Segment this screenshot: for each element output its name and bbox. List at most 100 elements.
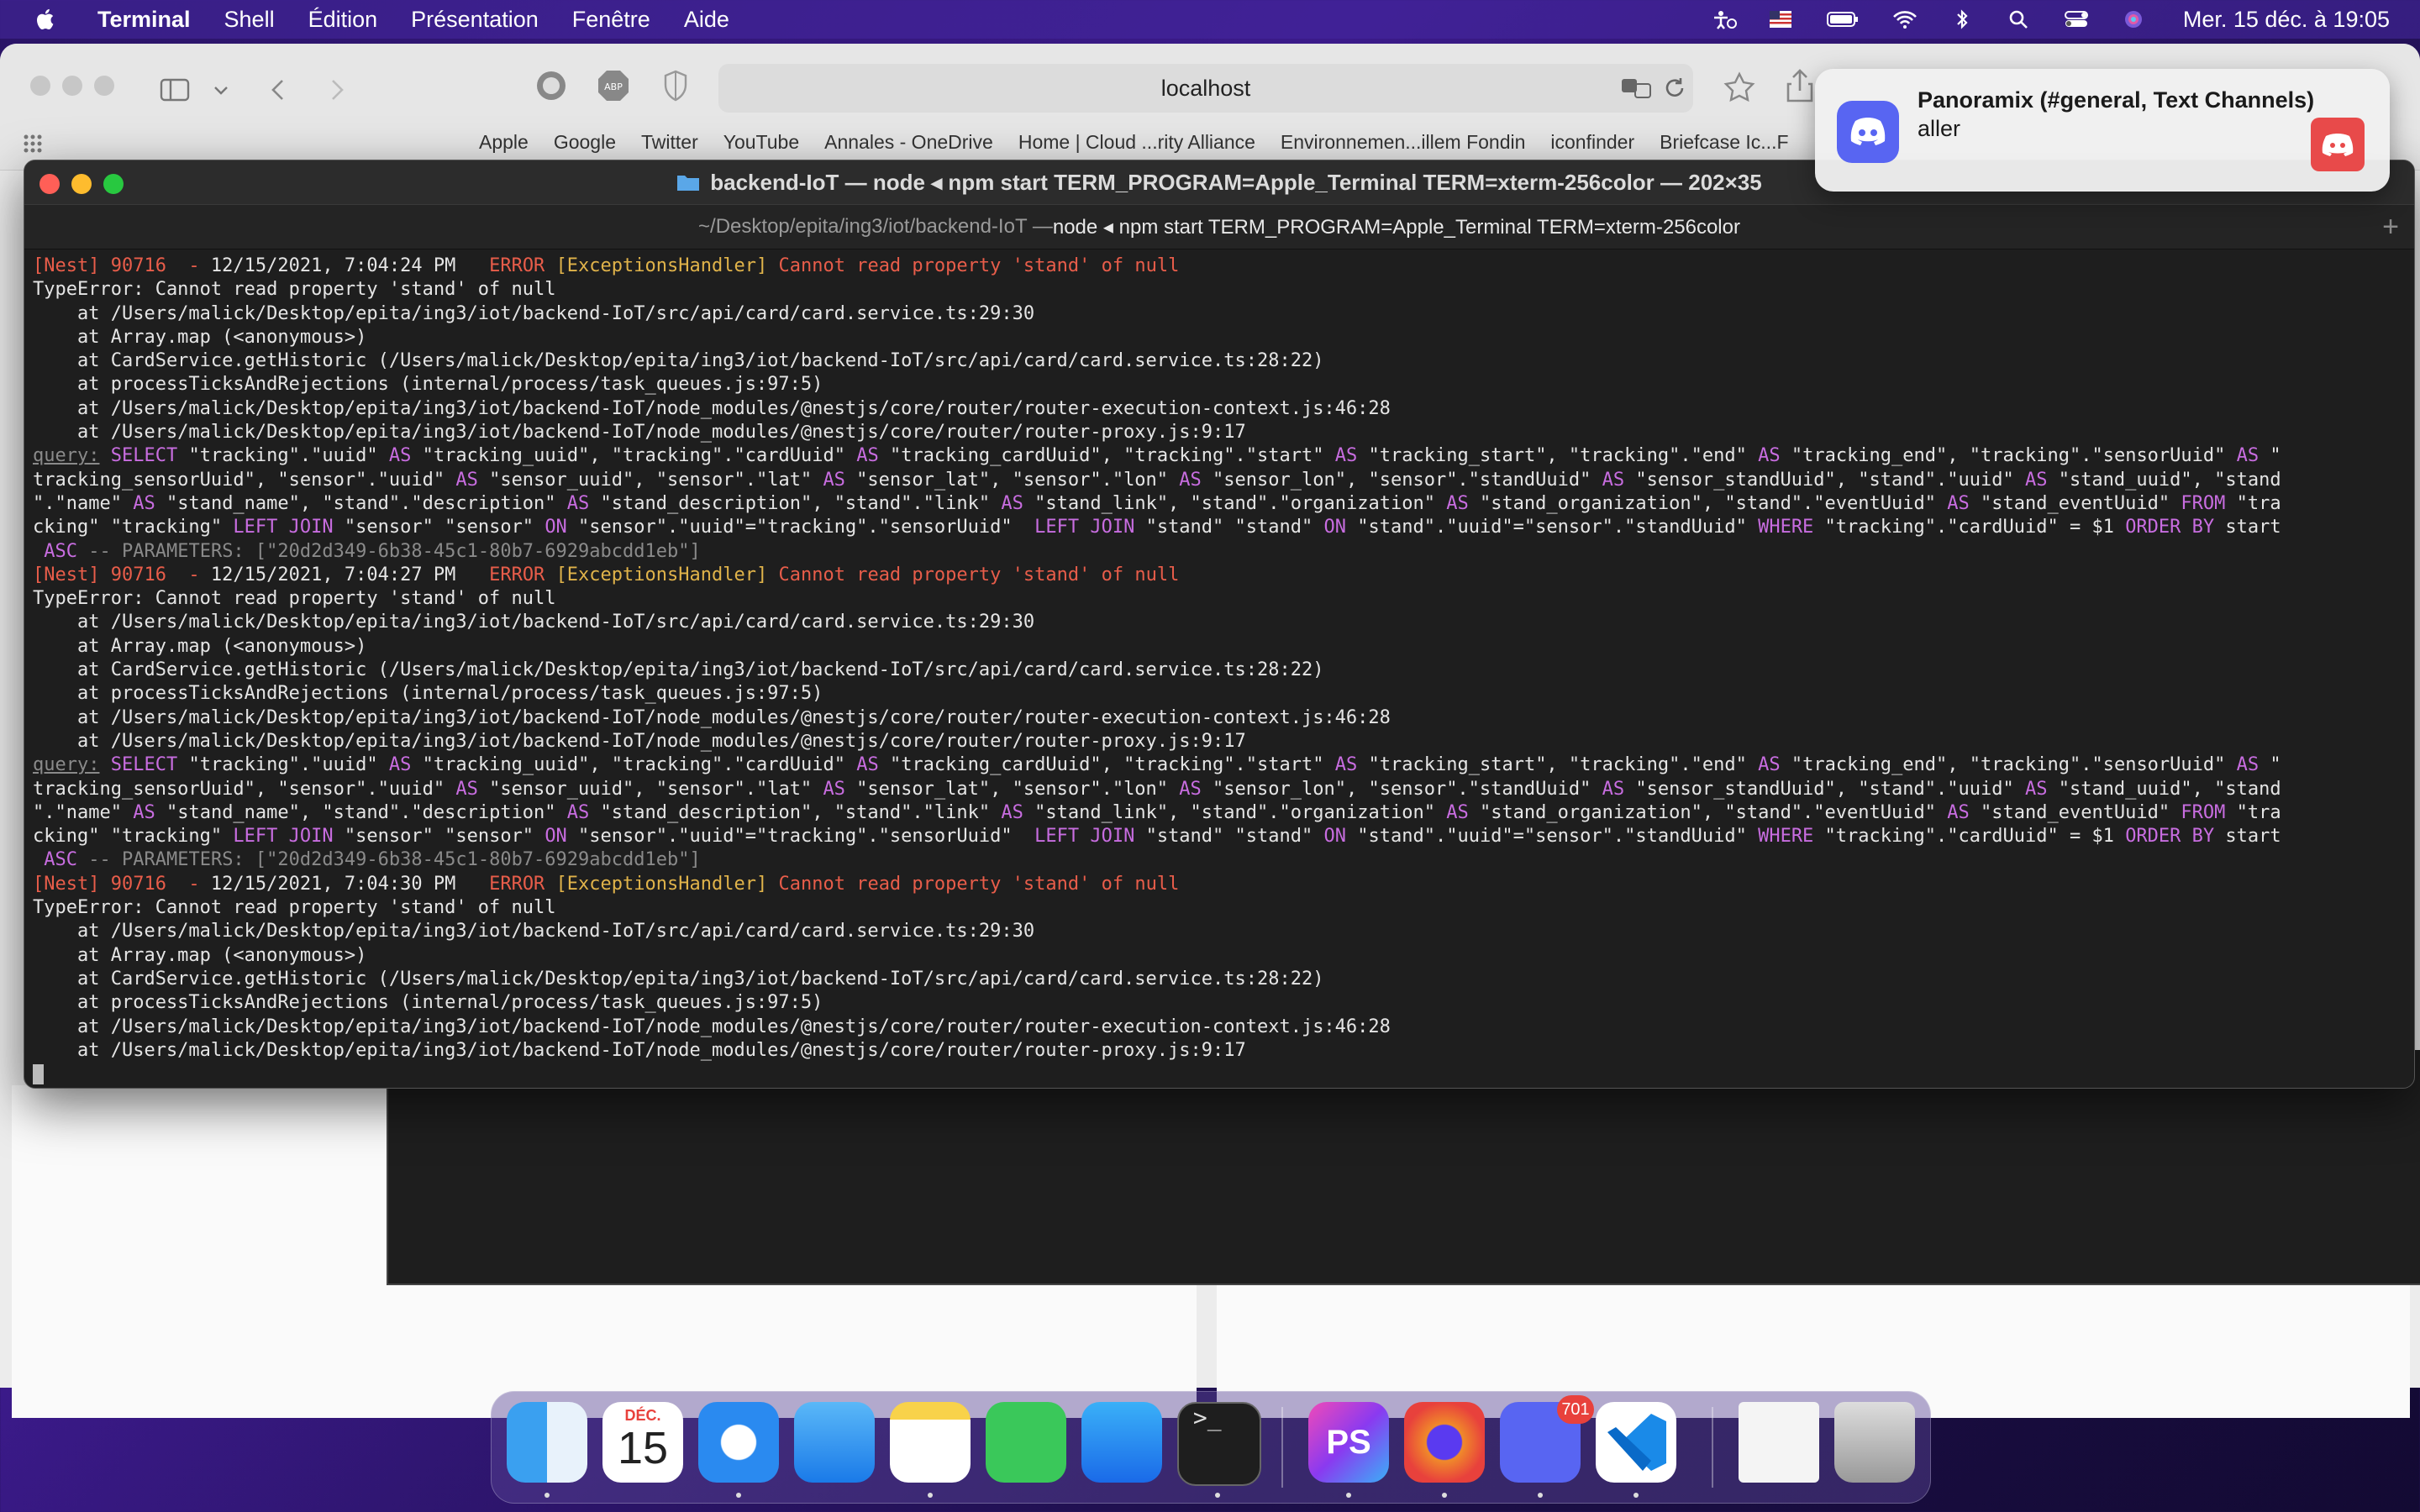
browser-close-button[interactable] <box>30 76 50 96</box>
vscode-icon[interactable] <box>1596 1402 1676 1483</box>
query-text: cking" "tracking" LEFT JOIN "sensor" "se… <box>33 826 2281 848</box>
markdown-document-icon[interactable] <box>1739 1402 1819 1483</box>
sql-keyword: AS <box>1947 801 1970 823</box>
type-error-line: TypeError: Cannot read property 'stand' … <box>33 588 556 610</box>
terminal-line: "."name" AS "stand_name", "stand"."descr… <box>33 492 2406 516</box>
terminal-line: at /Users/malick/Desktop/epita/ing3/iot/… <box>33 397 2406 421</box>
flag-us-icon[interactable] <box>1766 9 1795 29</box>
type-error-line: TypeError: Cannot read property 'stand' … <box>33 279 556 301</box>
sql-keyword: AS <box>1947 492 1970 514</box>
bookmark-star-icon[interactable] <box>1723 71 1756 104</box>
terminal-line: at Array.map (<anonymous>) <box>33 326 2406 349</box>
query-parameters: -- PARAMETERS: ["20d2d349-6b38-45c1-80b7… <box>88 849 701 871</box>
sql-keyword: AS <box>1446 801 1469 823</box>
bookmark-youtube[interactable]: YouTube <box>723 131 799 154</box>
finder-icon[interactable] <box>507 1402 587 1483</box>
trash-icon[interactable] <box>1834 1402 1915 1483</box>
bookmark-twitter[interactable]: Twitter <box>641 131 698 154</box>
log-level: ERROR <box>489 873 545 895</box>
app-store-icon[interactable] <box>1081 1402 1162 1483</box>
privacy-shield-icon[interactable] <box>662 69 689 102</box>
grid-icon[interactable] <box>22 133 44 155</box>
terminal-tab[interactable]: ~/Desktop/epita/ing3/iot/backend-IoT — n… <box>24 204 2414 249</box>
share-icon[interactable] <box>1785 67 1815 104</box>
dock: DÉC. 15 >_ PS 701 <box>491 1391 1931 1504</box>
chevron-down-icon[interactable] <box>212 77 230 102</box>
safari-icon[interactable] <box>698 1402 779 1483</box>
menu-fenetre[interactable]: Fenêtre <box>572 7 650 33</box>
notes-icon[interactable] <box>890 1402 971 1483</box>
stack-trace-line: at /Users/malick/Desktop/epita/ing3/iot/… <box>33 921 1035 942</box>
facetime-icon[interactable] <box>986 1402 1066 1483</box>
address-bar[interactable]: localhost <box>718 64 1693 113</box>
terminal-window[interactable]: backend-IoT — node ◂ npm start TERM_PROG… <box>24 160 2415 1089</box>
adblock-icon[interactable]: ABP <box>597 69 630 102</box>
sql-keyword: AS <box>388 754 412 776</box>
extension-icon[interactable] <box>534 69 568 102</box>
firefox-icon[interactable] <box>1404 1402 1485 1483</box>
sql-keyword: AS <box>1446 492 1469 514</box>
query-text: cking" "tracking" LEFT JOIN "sensor" "se… <box>33 517 2281 538</box>
bookmark-annales[interactable]: Annales - OneDrive <box>824 131 993 154</box>
menu-app-terminal[interactable]: Terminal <box>97 7 191 33</box>
sql-keyword: ON <box>1323 826 1347 848</box>
menu-edition[interactable]: Édition <box>308 7 378 33</box>
wifi-icon[interactable] <box>1891 9 1919 29</box>
bookmark-google[interactable]: Google <box>554 131 616 154</box>
stack-trace-line: at processTicksAndRejections (internal/p… <box>33 683 823 705</box>
discord-badge: 701 <box>1557 1395 1594 1424</box>
bookmark-cloud[interactable]: Home | Cloud ...rity Alliance <box>1018 131 1255 154</box>
apple-icon[interactable] <box>34 7 59 32</box>
browser-minimize-button[interactable] <box>62 76 82 96</box>
sidebar-icon[interactable] <box>160 77 190 102</box>
terminal-line: at Array.map (<anonymous>) <box>33 635 2406 659</box>
back-icon[interactable] <box>266 77 291 102</box>
translate-icon[interactable] <box>1620 76 1654 101</box>
sql-keyword: AS <box>566 492 590 514</box>
menu-aide[interactable]: Aide <box>684 7 729 33</box>
calendar-icon[interactable]: DÉC. 15 <box>602 1402 683 1483</box>
bookmark-environnement[interactable]: Environnemen...illem Fondin <box>1281 131 1525 154</box>
terminal-icon[interactable]: >_ <box>1177 1402 1261 1486</box>
battery-icon[interactable] <box>1823 9 1862 29</box>
menu-presentation[interactable]: Présentation <box>411 7 539 33</box>
stack-trace-line: at /Users/malick/Desktop/epita/ing3/iot/… <box>33 706 1391 728</box>
zoom-button[interactable] <box>103 174 124 194</box>
terminal-line: at /Users/malick/Desktop/epita/ing3/iot/… <box>33 1039 2406 1063</box>
new-tab-button[interactable]: + <box>2382 211 2399 244</box>
browser-zoom-button[interactable] <box>94 76 114 96</box>
search-icon[interactable] <box>2005 9 2033 29</box>
bluetooth-icon[interactable] <box>1948 9 1976 29</box>
accessibility-icon[interactable] <box>1709 9 1738 29</box>
query-text: SELECT "tracking"."uuid" AS "tracking_uu… <box>110 445 2281 467</box>
menubar-clock[interactable]: Mer. 15 déc. à 19:05 <box>2183 7 2390 33</box>
mail-icon[interactable] <box>794 1402 875 1483</box>
folder-icon <box>677 176 700 191</box>
terminal-line: at processTicksAndRejections (internal/p… <box>33 991 2406 1015</box>
terminal-line: at /Users/malick/Desktop/epita/ing3/iot/… <box>33 706 2406 730</box>
terminal-line: TypeError: Cannot read property 'stand' … <box>33 278 2406 302</box>
menu-shell[interactable]: Shell <box>224 7 275 33</box>
terminal-line: at /Users/malick/Desktop/epita/ing3/iot/… <box>33 1016 2406 1039</box>
stack-trace-line: at CardService.getHistoric (/Users/malic… <box>33 968 1324 990</box>
reload-icon[interactable] <box>1662 76 1687 101</box>
sql-keyword: AS <box>566 801 590 823</box>
log-handler: [ExceptionsHandler] <box>555 255 768 276</box>
discord-notification[interactable]: Panoramix (#general, Text Channels) alle… <box>1815 69 2390 192</box>
sql-keyword: FROM <box>2181 801 2226 823</box>
bookmark-briefcase[interactable]: Briefcase Ic...F <box>1660 131 1788 154</box>
forward-icon[interactable] <box>324 77 350 102</box>
terminal-output[interactable]: [Nest] 90716 - 12/15/2021, 7:04:24 PM ER… <box>33 255 2406 1088</box>
sql-keyword: AS <box>133 492 155 514</box>
minimize-button[interactable] <box>71 174 92 194</box>
terminal-line: [Nest] 90716 - 12/15/2021, 7:04:27 PM ER… <box>33 564 2406 587</box>
close-button[interactable] <box>39 174 60 194</box>
bookmark-iconfinder[interactable]: iconfinder <box>1550 131 1634 154</box>
stack-trace-line: at /Users/malick/Desktop/epita/ing3/iot/… <box>33 422 1246 444</box>
stack-trace-line: at Array.map (<anonymous>) <box>33 326 367 348</box>
control-center-icon[interactable] <box>2062 9 2091 29</box>
siri-icon[interactable] <box>2119 9 2148 29</box>
stack-trace-line: at CardService.getHistoric (/Users/malic… <box>33 350 1324 372</box>
bookmark-apple[interactable]: Apple <box>479 131 529 154</box>
phpstorm-icon[interactable]: PS <box>1308 1402 1389 1483</box>
